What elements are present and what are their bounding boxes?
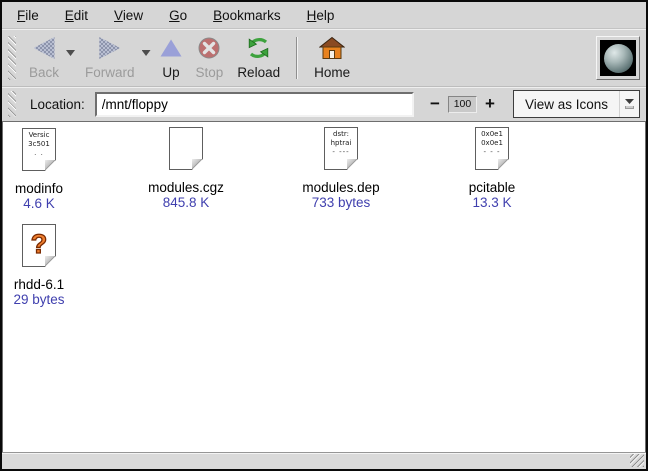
menu-help[interactable]: Help <box>294 4 348 27</box>
location-bar: Location: − 100 + View as Icons <box>2 86 646 121</box>
file-size: 733 bytes <box>312 195 371 211</box>
file-name: pcitable <box>469 180 516 195</box>
file-item-rhdd[interactable]: ? rhdd-6.1 29 bytes <box>3 224 75 308</box>
location-label: Location: <box>30 97 85 112</box>
dropdown-indicator-icon <box>619 91 639 117</box>
file-name: modules.dep <box>302 180 379 195</box>
file-name: modinfo <box>15 181 63 196</box>
throbber <box>596 36 640 80</box>
zoom-level-indicator: 100 <box>448 96 477 113</box>
page-fold <box>192 159 203 170</box>
file-size: 845.8 K <box>163 195 210 211</box>
page-fold <box>45 256 56 267</box>
reload-label: Reload <box>237 65 280 81</box>
page-fold <box>45 160 56 171</box>
back-button[interactable]: Back <box>22 33 66 83</box>
forward-label: Forward <box>85 65 135 81</box>
menu-bookmarks[interactable]: Bookmarks <box>200 4 294 27</box>
file-size: 13.3 K <box>472 195 511 211</box>
menu-file[interactable]: File <box>4 4 52 27</box>
toolbar-separator <box>296 37 298 79</box>
back-history-dropdown-icon[interactable] <box>66 50 75 56</box>
view-mode-dropdown[interactable]: View as Icons <box>513 90 640 118</box>
toolbar: Back Forward Up Stop <box>2 30 646 86</box>
page-fold <box>347 159 358 170</box>
menu-bar: File Edit View Go Bookmarks Help <box>2 2 646 29</box>
forward-arrow-icon <box>99 36 120 60</box>
up-label: Up <box>162 65 179 81</box>
file-item-modules-dep[interactable]: dstr: hptrai - --- modules.dep 733 bytes <box>279 127 403 211</box>
file-name: modules.cgz <box>148 180 224 195</box>
back-arrow-icon <box>34 36 55 60</box>
status-bar <box>2 452 646 469</box>
throbber-sphere-icon <box>604 44 633 73</box>
text-file-icon: Versic 3c501 . . <box>22 128 56 171</box>
file-item-modinfo[interactable]: Versic 3c501 . . modinfo 4.6 K <box>3 128 75 212</box>
file-item-pcitable[interactable]: 0x0e1 0x0e1 - - - pcitable 13.3 K <box>442 127 542 211</box>
menu-view[interactable]: View <box>101 4 156 27</box>
text-file-icon: 0x0e1 0x0e1 - - - <box>475 127 509 170</box>
forward-button[interactable]: Forward <box>78 33 142 83</box>
home-label: Home <box>314 65 350 81</box>
menu-edit[interactable]: Edit <box>52 4 101 27</box>
reload-button[interactable]: Reload <box>230 33 287 83</box>
back-label: Back <box>29 65 59 81</box>
file-name: rhdd-6.1 <box>14 277 64 292</box>
reload-icon <box>246 36 271 60</box>
up-arrow-icon <box>161 36 182 60</box>
blank-file-icon <box>169 127 203 170</box>
stop-icon <box>197 36 221 60</box>
stop-label: Stop <box>196 65 224 81</box>
resize-grip[interactable] <box>630 454 644 467</box>
file-item-modules-cgz[interactable]: modules.cgz 845.8 K <box>130 127 242 211</box>
file-icon-view[interactable]: Versic 3c501 . . modinfo 4.6 K modules.c… <box>2 121 646 452</box>
file-size: 29 bytes <box>13 292 64 308</box>
view-mode-label: View as Icons <box>514 97 619 112</box>
home-icon <box>319 36 345 60</box>
page-fold <box>498 159 509 170</box>
forward-history-dropdown-icon[interactable] <box>142 50 151 56</box>
up-button[interactable]: Up <box>154 33 189 83</box>
stop-button[interactable]: Stop <box>189 33 231 83</box>
file-size: 4.6 K <box>23 196 55 212</box>
toolbar-drag-handle[interactable] <box>8 36 16 80</box>
home-button[interactable]: Home <box>307 33 357 83</box>
zoom-out-button[interactable]: − <box>427 96 443 112</box>
text-file-icon: dstr: hptrai - --- <box>324 127 358 170</box>
file-manager-window: File Edit View Go Bookmarks Help Back Fo… <box>0 0 648 471</box>
unknown-file-icon: ? <box>22 224 56 267</box>
zoom-in-button[interactable]: + <box>482 96 498 112</box>
menu-go[interactable]: Go <box>156 4 200 27</box>
location-bar-drag-handle[interactable] <box>8 91 16 117</box>
location-input[interactable] <box>95 92 414 117</box>
